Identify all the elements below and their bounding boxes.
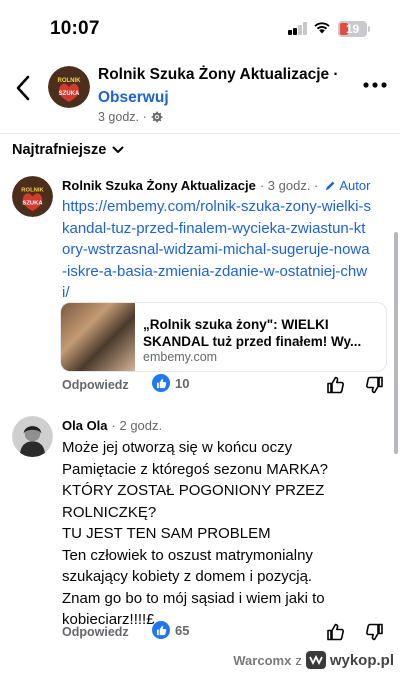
author-badge: Autor	[324, 178, 370, 193]
thumb-up-icon[interactable]	[326, 375, 346, 395]
reaction-summary[interactable]: 65	[152, 621, 189, 639]
comment-time: · 2 godz.	[111, 418, 163, 433]
watermark-brand: wykop.pl	[329, 651, 394, 669]
comment-time: · 3 godz. ·	[259, 178, 319, 193]
comment-actions: Odpowiedz 65	[62, 621, 392, 645]
battery-indicator: 19	[338, 21, 367, 37]
reply-button[interactable]: Odpowiedz	[62, 625, 129, 639]
pencil-icon	[326, 181, 335, 190]
comment-header: Rolnik Szuka Żony Aktualizacje · 3 godz.…	[62, 178, 370, 193]
post-meta: 3 godz. ·	[98, 110, 163, 124]
like-icon	[152, 374, 170, 392]
like-icon	[152, 621, 170, 639]
comment-avatar[interactable]	[12, 416, 53, 457]
scrollbar[interactable]	[394, 232, 398, 454]
link-preview-title: „Rolnik szuka żony": WIELKI SKANDAL tuż …	[143, 317, 362, 349]
watermark-separator: z	[295, 652, 302, 668]
comment-author[interactable]: Ola Ola	[62, 418, 108, 433]
globe-settings-icon	[151, 111, 163, 123]
post-header: ROLNIK SZUKA Rolnik Szuka Żony Aktualiza…	[0, 56, 400, 128]
header-divider	[0, 133, 400, 134]
sort-dropdown[interactable]: Najtrafniejsze	[12, 142, 124, 158]
follow-button[interactable]: Obserwuj	[98, 89, 169, 107]
comment-line: Znam go bo to mój sąsiad i wiem jaki to	[62, 589, 325, 607]
sort-label: Najtrafniejsze	[12, 142, 107, 158]
chevron-down-icon	[112, 146, 124, 153]
avatar-text-bottom: SZUKA	[59, 91, 80, 97]
comment-line: Może jej otworzą się w końcu oczy	[62, 439, 293, 456]
avatar-text-top: ROLNIK	[58, 78, 82, 84]
link-preview-card[interactable]: „Rolnik szuka żony": WIELKI SKANDAL tuż …	[60, 302, 387, 372]
avatar-text-top: ROLNIK	[21, 188, 44, 194]
battery-tip	[368, 26, 370, 32]
more-dots-icon[interactable]	[362, 80, 388, 90]
reaction-count: 65	[175, 622, 190, 638]
wykop-logo-icon	[305, 651, 326, 669]
reaction-count: 10	[175, 375, 190, 391]
comment-actions: Odpowiedz 10	[62, 374, 392, 398]
status-time: 10:07	[50, 18, 100, 39]
link-preview-thumbnail	[61, 303, 135, 371]
comment-line: Pamiętacie z któregoś sezonu MARKA?	[62, 460, 328, 478]
thumb-down-icon[interactable]	[364, 375, 384, 395]
status-bar: 10:07 19	[0, 0, 400, 52]
comment-header: Ola Ola · 2 godz.	[62, 418, 162, 433]
battery-level: 19	[345, 22, 360, 36]
back-chevron-icon[interactable]	[12, 74, 36, 102]
wifi-icon	[314, 22, 330, 34]
watermark-user: Warcomx	[233, 652, 292, 668]
link-preview-domain: embemy.com	[143, 350, 218, 364]
comment-author[interactable]: Rolnik Szuka Żony Aktualizacje	[62, 178, 256, 193]
page-name[interactable]: Rolnik Szuka Żony Aktualizacje ·	[98, 66, 339, 84]
comment-line: szukający kobiety z domem i pozycją.	[62, 568, 313, 585]
avatar-text-bottom: SZUKA	[22, 200, 43, 206]
thumb-up-icon[interactable]	[326, 622, 346, 642]
comment-line: KTÓRY ZOSTAŁ POGONIONY PRZEZ	[62, 482, 325, 499]
cellular-signal-icon	[288, 22, 308, 35]
comment-line: ROLNICZKĘ?	[62, 503, 157, 521]
reply-button[interactable]: Odpowiedz	[62, 378, 129, 392]
comment-link[interactable]: https://embemy.com/rolnik-szuka-zony-wie…	[62, 196, 372, 304]
reaction-summary[interactable]: 10	[152, 374, 189, 392]
comment-line: TU JEST TEN SAM PROBLEM	[62, 525, 271, 542]
comment-avatar[interactable]: ROLNIK SZUKA	[12, 176, 53, 217]
page-avatar[interactable]: ROLNIK SZUKA	[48, 66, 90, 108]
comment-line: Ten człowiek to oszust matrymonialny	[62, 546, 313, 564]
watermark: Warcomx z wykop.pl	[233, 651, 394, 669]
post-time: 3 godz. ·	[98, 110, 147, 124]
thumb-down-icon[interactable]	[364, 622, 384, 642]
author-badge-label: Autor	[339, 178, 371, 193]
comment-text: Może jej otworzą się w końcu oczy Pamięt…	[62, 437, 362, 631]
